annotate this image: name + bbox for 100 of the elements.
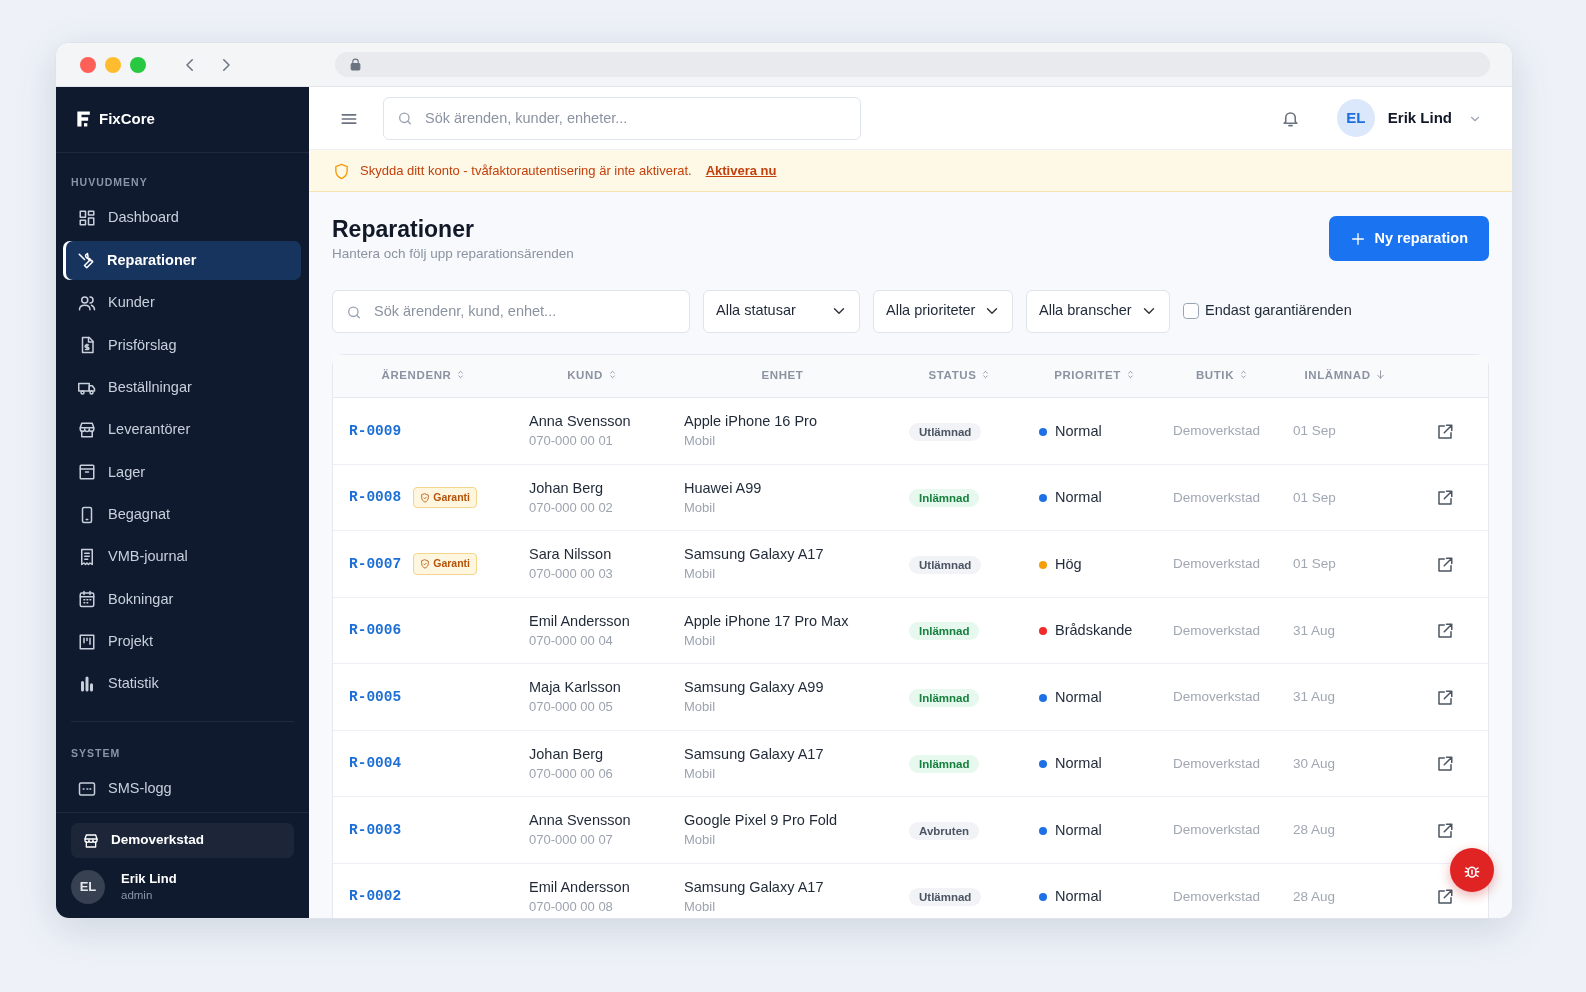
customer-name: Anna Svensson — [529, 412, 632, 432]
shield-icon — [333, 162, 350, 180]
activate-link[interactable]: Aktivera nu — [705, 160, 777, 181]
search-field[interactable]: Sök ärendenr, kund, enhet... — [332, 289, 690, 333]
external-link-icon[interactable] — [1436, 489, 1454, 508]
priority-label: Normal — [1055, 489, 1102, 506]
page-subtitle: Hantera och följ upp reparationsärenden — [332, 244, 574, 263]
sidebar-item[interactable]: Lager — [64, 452, 301, 493]
column-header: ENHET — [761, 369, 804, 382]
customer-name: Sara Nilsson — [529, 545, 613, 565]
sidebar-item[interactable]: Begagnat — [64, 495, 301, 535]
external-link-icon[interactable] — [1436, 555, 1454, 574]
customer-phone: 070-000 00 08 — [529, 897, 614, 916]
device-name: Huawei A99 — [684, 478, 763, 498]
customer-phone: 070-000 00 01 — [529, 432, 614, 451]
archive-box-icon — [78, 463, 96, 482]
store-name: Demoverkstad — [1173, 888, 1261, 904]
device-category: Mobil — [684, 698, 717, 717]
customer-name: Johan Berg — [529, 744, 605, 764]
new-repair-button[interactable]: Ny reparation — [1328, 216, 1489, 261]
checkbox-label[interactable]: Endast garantiärenden — [1205, 300, 1352, 323]
storefront-icon — [83, 832, 99, 849]
section-heading: SYSTEM — [70, 745, 122, 761]
filter-dropdown[interactable]: Alla branscher — [1026, 289, 1170, 333]
sidebar-item[interactable]: Dashboard — [64, 198, 301, 239]
priority-label: Hög — [1055, 555, 1082, 572]
user-avatar: EL — [71, 870, 105, 904]
status-label: Inlämnad — [909, 489, 980, 508]
filter-dropdown[interactable]: Alla prioriteter — [873, 289, 1013, 333]
customer-phone: 070-000 00 02 — [529, 498, 614, 517]
external-link-icon[interactable] — [1436, 755, 1454, 774]
customer-name: Maja Karlsson — [529, 678, 622, 698]
ticket-link[interactable]: R-0005 — [349, 688, 402, 705]
ticket-link[interactable]: R-0004 — [349, 755, 402, 772]
sidebar-item[interactable]: Prisförslag — [64, 325, 301, 366]
submitted-date: 28 Aug — [1293, 822, 1336, 838]
status-label: Utlämnad — [909, 422, 982, 441]
device-category: Mobil — [684, 897, 717, 916]
users-icon — [78, 294, 96, 313]
sidebar-item[interactable]: Bokningar — [64, 579, 301, 620]
submitted-date: 28 Aug — [1293, 888, 1336, 904]
storefront-icon — [78, 421, 96, 440]
warranty-checkbox[interactable] — [1183, 303, 1199, 320]
external-link-icon[interactable] — [1436, 688, 1454, 707]
user-name: Erik Lind — [121, 870, 177, 888]
device-category: Mobil — [684, 565, 717, 584]
device-category: Mobil — [684, 432, 717, 451]
customer-name: Emil Andersson — [529, 611, 631, 631]
submitted-date: 01 Sep — [1293, 489, 1336, 505]
user-name[interactable]: Erik Lind — [1387, 106, 1452, 130]
sidebar-item[interactable]: VMB-journal — [64, 537, 301, 577]
sidebar-item[interactable]: Beställningar — [64, 368, 301, 408]
ticket-link[interactable]: R-0007 — [349, 555, 402, 572]
status-label: Inlämnad — [909, 688, 980, 707]
alert-message: Skydda ditt konto - tvåfaktorautentisering är inte aktiverat. — [360, 161, 692, 180]
sidebar-item[interactable]: Projekt — [64, 622, 301, 662]
user-avatar[interactable]: EL — [1336, 99, 1375, 137]
sidebar-item[interactable]: SMS-logg — [64, 769, 301, 809]
external-link-icon[interactable] — [1436, 622, 1454, 641]
device-name: Apple iPhone 17 Pro Max — [684, 611, 850, 631]
device-name: Google Pixel 9 Pro Fold — [684, 811, 839, 831]
customer-name: Emil Andersson — [529, 877, 631, 897]
external-link-icon[interactable] — [1436, 422, 1454, 441]
device-category: Mobil — [684, 764, 717, 783]
customer-phone: 070-000 00 05 — [529, 698, 614, 717]
sidebar-item[interactable]: Statistik — [64, 664, 301, 704]
sidebar-item[interactable]: Reparationer — [63, 241, 301, 281]
device-name: Samsung Galaxy A17 — [684, 877, 825, 897]
bell-icon[interactable] — [1280, 109, 1300, 129]
status-label: Utlämnad — [909, 888, 982, 907]
close-button[interactable] — [80, 56, 96, 73]
ticket-link[interactable]: R-0009 — [349, 422, 402, 439]
customer-phone: 070-000 00 04 — [529, 631, 614, 650]
filter-dropdown[interactable]: Alla statusar — [703, 289, 860, 333]
priority-label: Brådskande — [1055, 622, 1133, 639]
submitted-date: 31 Aug — [1293, 622, 1336, 638]
status-label: Inlämnad — [909, 755, 980, 774]
plus-icon — [1349, 230, 1366, 247]
page-title: Reparationer — [332, 216, 475, 244]
user-role: admin — [121, 888, 154, 903]
ticket-link[interactable]: R-0008 — [349, 489, 402, 506]
ticket-link[interactable]: R-0006 — [349, 622, 402, 639]
store-name: Demoverkstad — [1173, 689, 1261, 705]
sidebar-item[interactable]: Kunder — [64, 283, 301, 323]
search-field[interactable]: Sök ärenden, kunder, enheter... — [383, 96, 861, 140]
submitted-date: 30 Aug — [1293, 755, 1336, 771]
shield-check-icon — [420, 559, 431, 569]
wrench-icon — [77, 251, 95, 270]
sidebar-item[interactable]: Leverantörer — [64, 410, 301, 450]
customer-phone: 070-000 00 06 — [529, 764, 614, 783]
ticket-link[interactable]: R-0003 — [349, 821, 402, 838]
sort-descending-icon[interactable] — [1374, 369, 1386, 381]
external-link-icon[interactable] — [1436, 888, 1454, 907]
external-link-icon[interactable] — [1436, 821, 1454, 840]
store-button[interactable]: Demoverkstad — [71, 823, 294, 858]
submitted-date: 01 Sep — [1293, 423, 1336, 439]
customer-phone: 070-000 00 03 — [529, 565, 614, 584]
ticket-link[interactable]: R-0002 — [349, 888, 402, 905]
priority-label: Normal — [1055, 821, 1102, 838]
customer-phone: 070-000 00 07 — [529, 831, 614, 850]
